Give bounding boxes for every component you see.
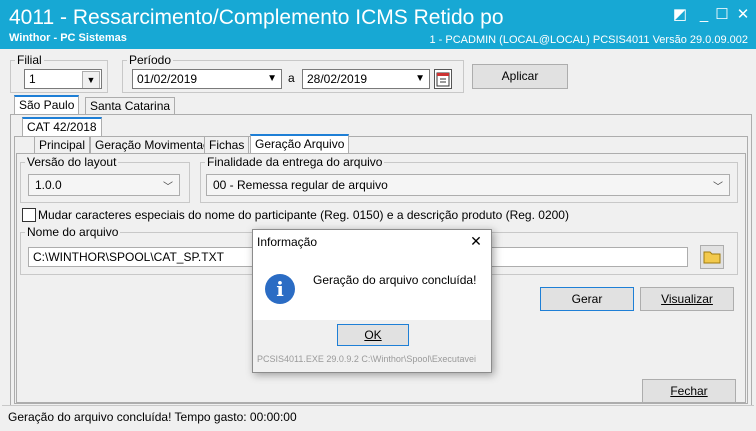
title-bar: 4011 - Ressarcimento/Complemento ICMS Re… (0, 0, 756, 49)
session-info: 1 - PCADMIN (LOCAL@LOCAL) PCSIS4011 Vers… (429, 34, 748, 46)
ok-button[interactable]: OK (337, 324, 409, 346)
window-title: 4011 - Ressarcimento/Complemento ICMS Re… (9, 6, 504, 29)
special-chars-checkbox[interactable] (22, 208, 36, 222)
visualizar-button[interactable]: Visualizar (640, 287, 734, 311)
chevron-down-icon[interactable]: ▼ (415, 70, 425, 88)
filial-select[interactable]: 1 ▼ (24, 69, 102, 89)
special-chars-label: Mudar caracteres especiais do nome do pa… (38, 208, 569, 222)
chevron-down-icon: ﹀ (713, 182, 723, 193)
window-subtitle: Winthor - PC Sistemas (9, 32, 127, 44)
chevron-down-icon: ﹀ (163, 182, 173, 193)
info-icon: i (265, 274, 295, 304)
maximize-icon[interactable]: ☐ (712, 6, 732, 24)
close-icon[interactable]: ✕ (733, 6, 753, 24)
period-start-input[interactable]: 01/02/2019 ▼ (132, 69, 282, 89)
layout-version-legend: Versão do layout (27, 155, 117, 169)
tab-geracao-arquivo[interactable]: Geração Arquivo (250, 134, 350, 154)
period-start-value: 01/02/2019 (137, 72, 198, 86)
layout-version-value: 1.0.0 (35, 178, 62, 192)
finalidade-value: 00 - Remessa regular de arquivo (213, 178, 388, 192)
dialog-button-area: OK PCSIS4011.EXE 29.0.9.2 C:\Winthor\Spo… (253, 320, 491, 372)
periodo-legend: Período (129, 53, 172, 67)
folder-button[interactable] (700, 245, 724, 269)
layout-version-select[interactable]: 1.0.0 ﹀ (28, 174, 180, 196)
tab-fichas[interactable]: Fichas (204, 136, 250, 154)
finalidade-select[interactable]: 00 - Remessa regular de arquivo ﹀ (206, 174, 730, 196)
filial-value: 1 (29, 72, 36, 86)
info-dialog: Informação ✕ i Geração do arquivo conclu… (252, 229, 492, 373)
tab-sao-paulo[interactable]: São Paulo (14, 95, 80, 115)
status-text: Geração do arquivo concluída! Tempo gast… (8, 410, 297, 424)
close-icon[interactable]: ✕ (467, 233, 485, 250)
dialog-footer: PCSIS4011.EXE 29.0.9.2 C:\Winthor\Spool\… (257, 354, 476, 364)
period-separator: a (288, 71, 295, 85)
period-end-input[interactable]: 28/02/2019 ▼ (302, 69, 430, 89)
arquivo-legend: Nome do arquivo (27, 225, 119, 239)
calendar-icon[interactable] (434, 69, 452, 89)
folder-icon (703, 251, 721, 268)
minimize-icon[interactable]: _ (694, 6, 714, 24)
chevron-down-icon[interactable]: ▼ (82, 71, 100, 88)
dialog-title: Informação (257, 235, 318, 249)
tab-santa-catarina[interactable]: Santa Catarina (85, 97, 176, 115)
filial-legend: Filial (17, 53, 42, 67)
tab-cat-42-2018[interactable]: CAT 42/2018 (22, 117, 102, 137)
fechar-button[interactable]: Fechar (642, 379, 736, 403)
chevron-down-icon[interactable]: ▼ (267, 70, 277, 88)
aplicar-button[interactable]: Aplicar (472, 64, 568, 89)
period-end-value: 28/02/2019 (307, 72, 368, 86)
gerar-button[interactable]: Gerar (540, 287, 634, 311)
restore-icon[interactable]: ◩ (670, 6, 690, 24)
status-bar: Geração do arquivo concluída! Tempo gast… (2, 405, 754, 430)
dialog-message: Geração do arquivo concluída! (313, 273, 477, 287)
finalidade-legend: Finalidade da entrega do arquivo (207, 155, 383, 169)
tab-principal[interactable]: Principal (34, 136, 91, 154)
